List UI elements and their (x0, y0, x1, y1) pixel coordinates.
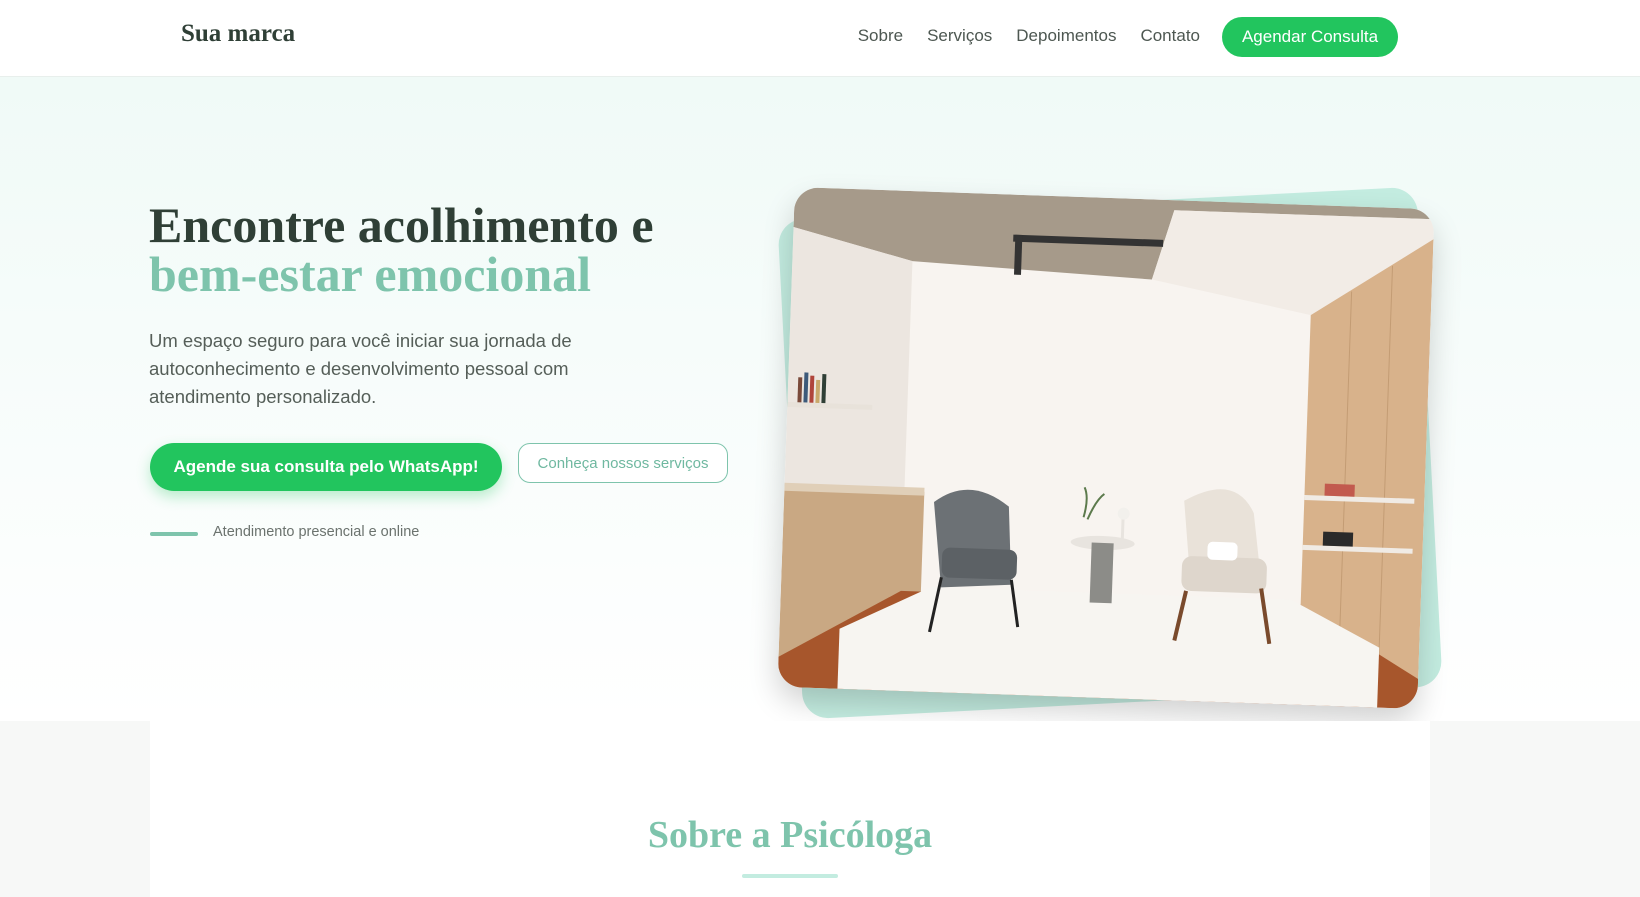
nav-link-servicos[interactable]: Serviços (927, 26, 992, 46)
hero-section: Encontre acolhimento e bem-estar emocion… (0, 77, 1640, 721)
about-section: Sobre a Psicóloga (0, 721, 1640, 897)
nav-links: Sobre Serviços Depoimentos Contato (858, 26, 1200, 46)
about-card: Sobre a Psicóloga (150, 721, 1430, 897)
nav-link-depoimentos[interactable]: Depoimentos (1016, 26, 1116, 46)
hero-title-line1: Encontre acolhimento e (149, 197, 654, 253)
about-title: Sobre a Psicóloga (647, 814, 933, 856)
therapy-room-photo (777, 186, 1435, 710)
nav-link-contato[interactable]: Contato (1140, 26, 1200, 46)
navbar: Sua marca Sobre Serviços Depoimentos Con… (0, 0, 1640, 77)
brand-logo-text[interactable]: Sua marca (181, 20, 295, 48)
schedule-consultation-button[interactable]: Agendar Consulta (1222, 17, 1398, 57)
about-title-underline (742, 874, 838, 878)
whatsapp-booking-button[interactable]: Agende sua consulta pelo WhatsApp! (150, 443, 502, 491)
attendance-note: Atendimento presencial e online (213, 524, 420, 540)
attendance-divider (150, 532, 198, 536)
hero-title-line2: bem-estar emocional (149, 246, 592, 302)
services-button[interactable]: Conheça nossos serviços (518, 443, 728, 483)
hero-subtitle: Um espaço seguro para você iniciar sua j… (149, 330, 572, 407)
hero-title: Encontre acolhimento e bem-estar emocion… (149, 200, 749, 302)
nav-link-sobre[interactable]: Sobre (858, 26, 903, 46)
